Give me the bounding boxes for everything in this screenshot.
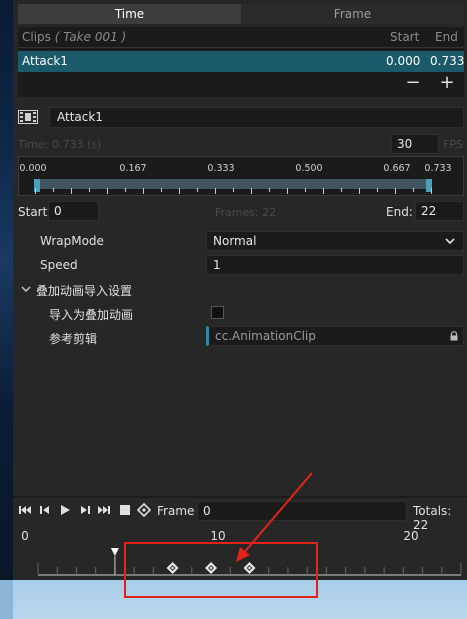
wrap-mode-label: WrapMode bbox=[40, 234, 104, 248]
ruler-label: 0.733 bbox=[424, 163, 452, 174]
ruler-tick bbox=[215, 188, 216, 194]
additive-settings-header[interactable]: 叠加动画导入设置 bbox=[36, 282, 132, 299]
frames-count-label: Frames: 22 bbox=[215, 206, 277, 219]
ruler-tick bbox=[395, 188, 396, 194]
timeline-frame-label: 10 bbox=[210, 529, 226, 543]
total-frames-label: Totals: 22 bbox=[413, 504, 452, 532]
ruler-tick bbox=[287, 188, 288, 194]
clip-duration-label: Time: 0.733 (s) bbox=[18, 138, 102, 151]
wrap-mode-value: Normal bbox=[213, 234, 257, 248]
clips-header-start: Start bbox=[390, 30, 420, 44]
clip-row-name: Attack1 bbox=[22, 54, 68, 68]
ruler-label: 0.333 bbox=[207, 163, 235, 174]
tab-time[interactable]: Time bbox=[18, 4, 241, 24]
add-keyframe-icon[interactable] bbox=[137, 503, 151, 517]
ruler-label: 0.000 bbox=[19, 163, 47, 174]
end-frame-input[interactable]: 22 bbox=[415, 201, 464, 221]
next-frame-icon[interactable] bbox=[78, 503, 92, 517]
ruler-tick bbox=[161, 188, 162, 192]
mode-tabs: Time Frame bbox=[18, 4, 464, 24]
clips-take-text: ( Take 001 ) bbox=[54, 30, 127, 44]
clips-header-end: End bbox=[435, 30, 458, 44]
ruler-tick bbox=[197, 188, 198, 192]
ruler-label: 0.500 bbox=[295, 163, 323, 174]
prev-frame-icon[interactable] bbox=[38, 503, 52, 517]
clip-row[interactable]: Attack1 0.000 0.733 bbox=[18, 51, 464, 72]
ruler-tick bbox=[53, 188, 54, 192]
timeline-frame-label: 20 bbox=[403, 529, 419, 543]
reference-clip-label: 参考剪辑 bbox=[49, 332, 98, 346]
ruler-tick bbox=[323, 188, 324, 194]
clip-name-input[interactable]: Attack1 bbox=[49, 107, 464, 128]
ruler-tick bbox=[431, 188, 432, 194]
ruler-tick bbox=[71, 188, 72, 194]
scene-background-strip-bottom bbox=[0, 580, 13, 619]
ruler-tick bbox=[233, 188, 234, 192]
clips-header-title: Clips ( Take 001 ) bbox=[22, 30, 126, 44]
animation-inspector-panel: Time Frame Clips ( Take 001 ) Start End … bbox=[13, 0, 467, 580]
ruler-tick bbox=[143, 188, 144, 194]
ruler-tick bbox=[251, 188, 252, 194]
fps-input[interactable]: 30 bbox=[391, 134, 439, 154]
ruler-label: 0.167 bbox=[119, 163, 147, 174]
speed-input[interactable]: 1 bbox=[206, 255, 464, 275]
ruler-tick bbox=[125, 188, 126, 192]
start-label: Start: bbox=[18, 205, 52, 219]
ruler-tick bbox=[269, 188, 270, 192]
panel-divider bbox=[13, 496, 467, 498]
wrap-mode-select[interactable]: Normal bbox=[206, 231, 464, 251]
clip-row-end: 0.733 bbox=[430, 54, 465, 68]
import-as-additive-label: 导入为叠加动画 bbox=[49, 308, 134, 322]
annotation-highlight-box bbox=[124, 542, 318, 598]
timeline-frame-label: 0 bbox=[21, 529, 29, 543]
collapse-chevron-icon[interactable] bbox=[21, 284, 31, 294]
current-frame-input[interactable]: 0 bbox=[197, 501, 407, 521]
ruler-tick bbox=[377, 188, 378, 192]
ruler-tick bbox=[35, 188, 36, 194]
clip-row-start: 0.000 bbox=[386, 54, 421, 68]
time-range-ruler[interactable]: 0.000 0.167 0.333 0.500 0.667 0.733 bbox=[18, 156, 464, 196]
remove-clip-button[interactable]: − bbox=[404, 73, 422, 93]
asset-picker-icon[interactable] bbox=[449, 331, 459, 341]
playhead-marker bbox=[110, 548, 119, 556]
play-icon[interactable] bbox=[58, 503, 72, 517]
chevron-down-icon bbox=[445, 238, 455, 245]
fps-label: FPS bbox=[443, 138, 463, 151]
add-clip-button[interactable]: + bbox=[438, 73, 456, 93]
ruler-tick bbox=[179, 188, 180, 194]
reference-clip-value: cc.AnimationClip bbox=[215, 329, 316, 343]
tab-frame[interactable]: Frame bbox=[241, 4, 464, 24]
end-label: End: bbox=[386, 205, 413, 219]
import-as-additive-checkbox[interactable] bbox=[211, 306, 224, 319]
ruler-tick bbox=[359, 188, 360, 194]
last-frame-icon[interactable] bbox=[97, 503, 111, 517]
first-frame-icon[interactable] bbox=[18, 503, 32, 517]
clips-title-text: Clips bbox=[22, 30, 51, 44]
ruler-label: 0.667 bbox=[383, 163, 411, 174]
film-clip-icon bbox=[18, 110, 38, 124]
frame-label: Frame bbox=[157, 504, 195, 518]
ruler-tick bbox=[89, 188, 90, 192]
start-frame-input[interactable]: 0 bbox=[48, 201, 99, 221]
speed-label: Speed bbox=[40, 258, 78, 272]
ruler-tick bbox=[107, 188, 108, 194]
scene-background-strip bbox=[0, 0, 13, 580]
ruler-tick bbox=[341, 188, 342, 192]
ruler-tick bbox=[305, 188, 306, 192]
reference-clip-field[interactable]: cc.AnimationClip bbox=[206, 326, 464, 346]
stop-icon[interactable] bbox=[118, 503, 132, 517]
clips-list-header: Clips ( Take 001 ) Start End bbox=[18, 27, 464, 48]
ruler-tick bbox=[413, 188, 414, 192]
clips-list: Clips ( Take 001 ) Start End Attack1 0.0… bbox=[18, 27, 464, 97]
